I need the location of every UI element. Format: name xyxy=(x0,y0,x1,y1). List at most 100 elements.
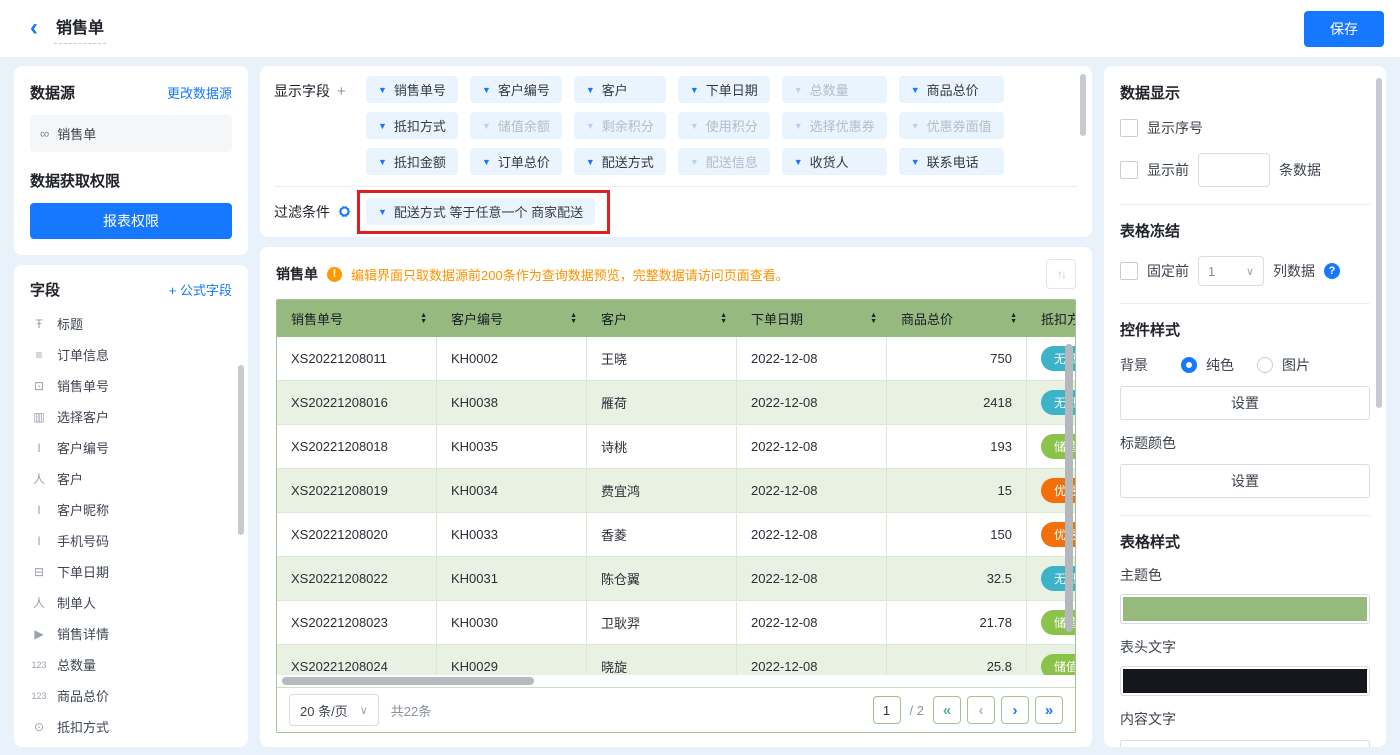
field-item[interactable]: I会员卡号 xyxy=(30,742,232,747)
show-first-input[interactable] xyxy=(1198,153,1270,187)
freeze-checkbox[interactable] xyxy=(1120,262,1138,280)
display-field-chip[interactable]: ▼商品总价 xyxy=(899,76,1004,103)
table-vertical-scrollbar[interactable] xyxy=(1065,344,1073,632)
field-item[interactable]: Ŧ标题 xyxy=(30,308,232,339)
table-cell: 2022-12-08 xyxy=(737,645,887,675)
show-first-checkbox[interactable] xyxy=(1120,161,1138,179)
content-text-label: 内容文字 xyxy=(1120,709,1370,729)
field-item[interactable]: I客户编号 xyxy=(30,432,232,463)
show-index-checkbox[interactable] xyxy=(1120,119,1138,137)
table-row: XS20221208024KH0029晓旋2022-12-0825.8储值 xyxy=(277,645,1075,675)
sort-icon[interactable]: ▲▼ xyxy=(870,313,877,325)
back-icon[interactable]: ‹ xyxy=(30,16,38,40)
field-label: 选择客户 xyxy=(57,407,109,426)
show-first-prefix: 显示前 xyxy=(1147,160,1189,180)
sort-icon[interactable]: ▲▼ xyxy=(570,313,577,325)
field-item[interactable]: ⊙抵扣方式 xyxy=(30,711,232,742)
field-item[interactable]: ≡订单信息 xyxy=(30,339,232,370)
display-field-chip[interactable]: ▼销售单号 xyxy=(366,76,458,103)
filter-condition-chip[interactable]: ▼ 配送方式 等于任意一个 商家配送 xyxy=(366,198,595,225)
settings-panel: 数据显示 显示序号 显示前 条数据 表格冻结 固定前 1 ∨ 列数据 xyxy=(1104,66,1386,747)
change-datasource-link[interactable]: 更改数据源 xyxy=(167,83,232,102)
solid-color-label: 纯色 xyxy=(1206,355,1234,375)
table-row: XS20221208020KH0033香菱2022-12-08150优惠券 xyxy=(277,513,1075,557)
settings-scrollbar[interactable] xyxy=(1376,78,1382,408)
display-field-chip[interactable]: ▼客户 xyxy=(574,76,666,103)
field-item[interactable]: 123总数量 xyxy=(30,649,232,680)
datasource-item[interactable]: ∞ 销售单 xyxy=(30,115,232,152)
chevron-down-icon: ▼ xyxy=(378,121,387,131)
column-header[interactable]: 下单日期▲▼ xyxy=(737,300,887,337)
fields-scrollbar[interactable] xyxy=(238,365,244,535)
sort-icon[interactable]: ▲▼ xyxy=(1010,313,1017,325)
table-cell: XS20221208019 xyxy=(277,469,437,512)
table-row: XS20221208011KH0002王晓2022-12-08750无抵扣 xyxy=(277,337,1075,381)
display-field-chip[interactable]: ▼联系电话 xyxy=(899,148,1004,175)
display-field-chip[interactable]: ▼储值余额 xyxy=(470,112,562,139)
column-header[interactable]: 抵扣方式▲▼ xyxy=(1027,300,1075,337)
first-page-button[interactable]: « xyxy=(933,696,961,724)
field-item[interactable]: ▶销售详情 xyxy=(30,618,232,649)
theme-color-swatch[interactable] xyxy=(1120,594,1370,624)
warning-text: 编辑界面只取数据源前200条作为查询数据预览，完整数据请访问页面查看。 xyxy=(351,265,789,284)
field-item[interactable]: ▥选择客户 xyxy=(30,401,232,432)
display-field-chip[interactable]: ▼客户编号 xyxy=(470,76,562,103)
table-sort-button[interactable]: ↑↓ xyxy=(1046,259,1076,289)
report-permission-button[interactable]: 报表权限 xyxy=(30,203,232,239)
gear-icon[interactable] xyxy=(337,204,352,219)
prev-page-button[interactable]: ‹ xyxy=(967,696,995,724)
config-scrollbar[interactable] xyxy=(1080,74,1086,136)
column-header[interactable]: 客户 ▲▼ xyxy=(587,300,737,337)
page-number-input[interactable]: 1 xyxy=(873,696,901,724)
column-header[interactable]: 销售单号▲▼ xyxy=(277,300,437,337)
display-field-chip[interactable]: ▼收货人 xyxy=(782,148,887,175)
page-size-select[interactable]: 20 条/页 ∨ xyxy=(289,694,379,726)
table-cell: XS20221208023 xyxy=(277,601,437,644)
center-panel: 显示字段 + ▼销售单号▼客户编号▼客户▼下单日期▼总数量▼商品总价▼抵扣方式▼… xyxy=(260,66,1092,747)
help-icon[interactable]: ? xyxy=(1324,263,1340,279)
display-field-chip[interactable]: ▼选择优惠券 xyxy=(782,112,887,139)
field-item[interactable]: ⊟下单日期 xyxy=(30,556,232,587)
solid-color-radio[interactable] xyxy=(1181,357,1197,373)
last-page-button[interactable]: » xyxy=(1035,696,1063,724)
display-field-chip[interactable]: ▼剩余积分 xyxy=(574,112,666,139)
column-header[interactable]: 商品总价▲▼ xyxy=(887,300,1027,337)
field-item[interactable]: I客户昵称 xyxy=(30,494,232,525)
display-field-chip[interactable]: ▼优惠券面值 xyxy=(899,112,1004,139)
header-text-swatch[interactable] xyxy=(1120,666,1370,696)
field-item[interactable]: ⊡销售单号 xyxy=(30,370,232,401)
save-button[interactable]: 保存 xyxy=(1304,11,1384,47)
page-title[interactable]: 销售单 xyxy=(54,14,106,44)
add-formula-field-link[interactable]: + 公式字段 xyxy=(169,280,232,299)
display-field-chip[interactable]: ▼订单总价 xyxy=(470,148,562,175)
horizontal-scrollbar[interactable] xyxy=(282,677,534,685)
title-color-set-button[interactable]: 设置 xyxy=(1120,464,1370,498)
field-label: 下单日期 xyxy=(57,562,109,581)
display-field-chip[interactable]: ▼配送信息 xyxy=(678,148,770,175)
column-header[interactable]: 客户编号▲▼ xyxy=(437,300,587,337)
filter-label: 过滤条件 xyxy=(274,202,330,222)
sort-icon[interactable]: ▲▼ xyxy=(720,313,727,325)
freeze-count-value: 1 xyxy=(1208,264,1215,279)
field-item[interactable]: 人客户 xyxy=(30,463,232,494)
display-field-chip[interactable]: ▼下单日期 xyxy=(678,76,770,103)
sort-icon[interactable]: ▲▼ xyxy=(420,313,427,325)
page-total: / 2 xyxy=(910,703,924,718)
next-page-button[interactable]: › xyxy=(1001,696,1029,724)
field-item[interactable]: I手机号码 xyxy=(30,525,232,556)
display-field-chip[interactable]: ▼总数量 xyxy=(782,76,887,103)
field-item[interactable]: 人制单人 xyxy=(30,587,232,618)
image-radio[interactable] xyxy=(1257,357,1273,373)
display-field-chip[interactable]: ▼抵扣方式 xyxy=(366,112,458,139)
background-set-button[interactable]: 设置 xyxy=(1120,386,1370,420)
display-field-chip[interactable]: ▼使用积分 xyxy=(678,112,770,139)
add-display-field-icon[interactable]: + xyxy=(337,83,346,100)
field-item[interactable]: 123商品总价 xyxy=(30,680,232,711)
content-text-set-button[interactable]: 设置 xyxy=(1120,740,1370,747)
freeze-count-select[interactable]: 1 ∨ xyxy=(1198,256,1264,286)
display-field-chip[interactable]: ▼抵扣金额 xyxy=(366,148,458,175)
column-label: 客户 xyxy=(601,309,627,328)
table-cell: 2022-12-08 xyxy=(737,425,887,468)
left-sidebar: 数据源 更改数据源 ∞ 销售单 数据获取权限 报表权限 字段 + 公式字段 Ŧ标… xyxy=(14,66,248,747)
display-field-chip[interactable]: ▼配送方式 xyxy=(574,148,666,175)
